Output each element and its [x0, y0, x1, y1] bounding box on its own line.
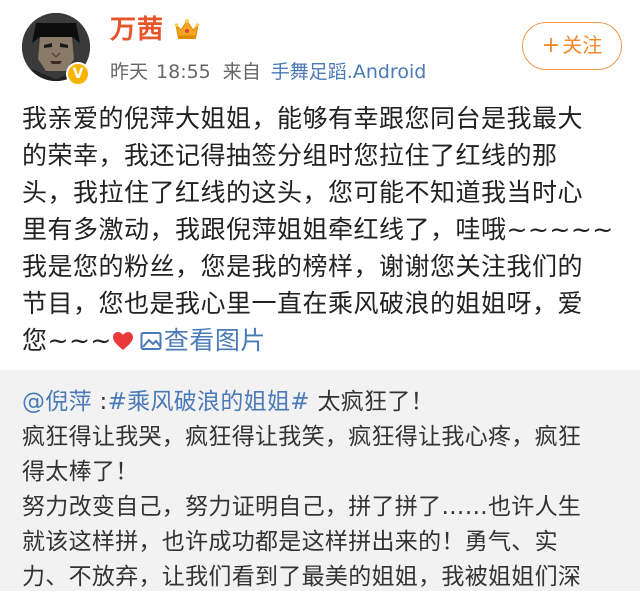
- verified-badge-icon: V: [66, 62, 90, 86]
- repost-box[interactable]: @倪萍 :#乘风破浪的姐姐# 太疯狂了！ 疯狂得让我哭，疯狂得让我笑，疯狂得让我…: [0, 370, 640, 591]
- repost-line: 力、不放弃，让我们看到了最美的姐姐，我被姐姐们深: [22, 564, 582, 590]
- plus-icon: +: [541, 33, 561, 58]
- post-line: 节目，您也是我心里一直在乘风破浪的姐姐呀，爱: [22, 289, 584, 318]
- source-link[interactable]: 手舞足蹈.Android: [271, 61, 427, 83]
- weibo-post: V 万茜 昨天 18:55 来自 手舞足蹈.Android + 关注 我亲爱的倪萍大姐姐…: [0, 0, 640, 591]
- repost-line: 就该这样拼，也许成功都是这样拼出来的！勇气、实: [22, 529, 558, 555]
- repost-line: 得太棒了！: [22, 459, 139, 485]
- mention-link[interactable]: @倪萍: [22, 389, 92, 415]
- follow-label: 关注: [562, 33, 603, 57]
- post-line: 您~~~: [22, 326, 112, 355]
- post-line: 我是您的粉丝，您是我的榜样，谢谢您关注我们的: [22, 252, 584, 281]
- repost-headline: @倪萍 :#乘风破浪的姐姐# 太疯狂了！: [22, 385, 622, 420]
- picture-icon: [140, 332, 162, 350]
- view-pictures-link[interactable]: 查看图片: [140, 326, 266, 355]
- post-last-line: 您~~~ 查看图片: [22, 322, 622, 359]
- post-line: 头，我拉住了红线的这头，您可能不知道我当时心: [22, 178, 584, 207]
- repost-text: @倪萍 :#乘风破浪的姐姐# 太疯狂了！ 疯狂得让我哭，疯狂得让我笑，疯狂得让我…: [22, 385, 622, 591]
- view-pictures-label: 查看图片: [163, 326, 266, 355]
- from-label: 来自: [222, 61, 261, 83]
- time-label: 昨天: [110, 61, 149, 83]
- mention-separator: :: [91, 389, 108, 415]
- heart-icon: [112, 332, 133, 350]
- crown-icon[interactable]: [174, 18, 200, 40]
- post-line: 我亲爱的倪萍大姐姐，能够有幸跟您同台是我最大: [22, 104, 584, 133]
- repost-line: 努力改变自己，努力证明自己，拼了拼了……也许人生: [22, 494, 582, 520]
- post-header: V 万茜 昨天 18:55 来自 手舞足蹈.Android + 关注: [0, 0, 640, 96]
- post-line: 的荣幸，我还记得抽签分组时您拉住了红线的那: [22, 141, 558, 170]
- hashtag-link[interactable]: #乘风破浪的姐姐#: [108, 389, 310, 415]
- post-text: 我亲爱的倪萍大姐姐，能够有幸跟您同台是我最大 的荣幸，我还记得抽签分组时您拉住了…: [22, 100, 622, 359]
- headline-tail: 太疯狂了！: [309, 389, 434, 415]
- post-time: 18:55: [156, 61, 211, 83]
- follow-button[interactable]: + 关注: [522, 22, 622, 70]
- username[interactable]: 万茜: [110, 13, 164, 47]
- repost-line: 疯狂得让我哭，疯狂得让我笑，疯狂得让我心疼，疯狂: [22, 424, 582, 450]
- post-line: 里有多激动，我跟倪萍姐姐牵红线了，哇哦~~~~~: [22, 215, 614, 244]
- post-meta: 昨天 18:55 来自 手舞足蹈.Android: [110, 57, 426, 87]
